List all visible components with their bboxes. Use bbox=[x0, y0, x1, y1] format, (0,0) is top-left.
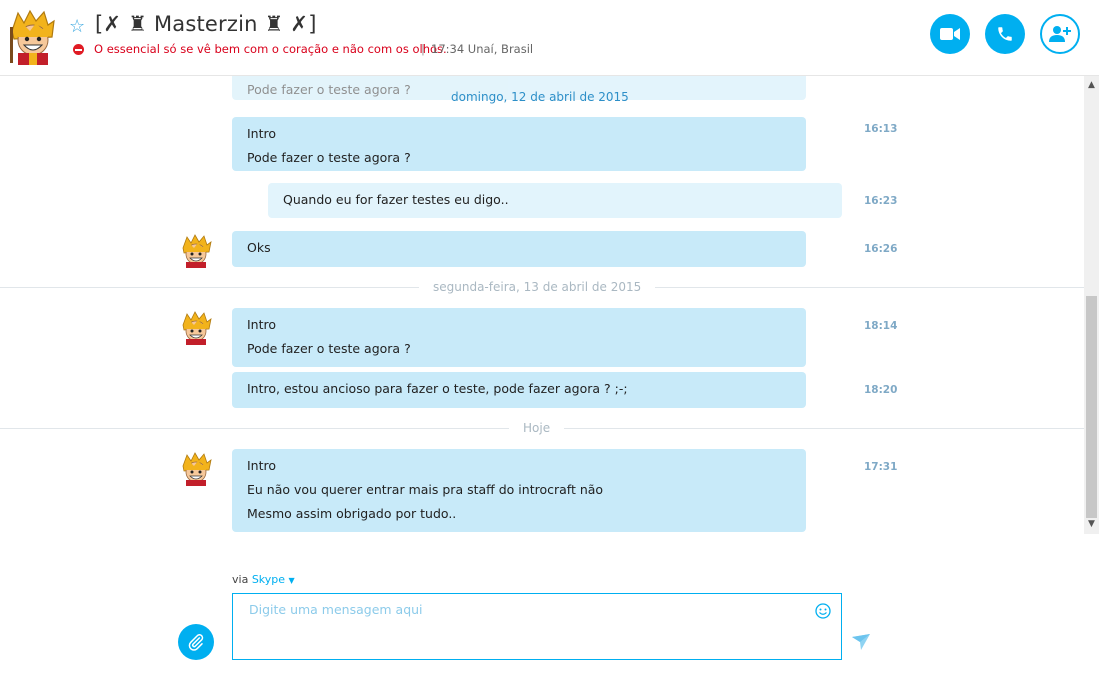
voice-call-button[interactable] bbox=[985, 14, 1025, 54]
emoticon-icon[interactable] bbox=[815, 603, 831, 619]
add-contact-button[interactable] bbox=[1040, 14, 1080, 54]
message-bubble[interactable]: Intro Pode fazer o teste agora ? bbox=[232, 117, 806, 171]
message-timestamp: 17:31 bbox=[864, 461, 898, 473]
header-separator: | bbox=[421, 42, 425, 56]
message-timestamp: 18:14 bbox=[864, 320, 898, 332]
mood-message: O essencial só se vê bem com o coração e… bbox=[94, 42, 447, 56]
message-bubble[interactable]: Intro, estou ancioso para fazer o teste,… bbox=[232, 372, 806, 408]
message-timestamp: 16:26 bbox=[864, 243, 898, 255]
add-contact-icon bbox=[1049, 26, 1071, 42]
day-separator-label: domingo, 12 de abril de 2015 bbox=[451, 90, 629, 104]
contact-avatar-small[interactable] bbox=[180, 311, 212, 345]
scroll-down-arrow-icon[interactable]: ▼ bbox=[1084, 517, 1099, 532]
day-separator-label: Hoje bbox=[509, 421, 565, 435]
conversation-header: ☆ [✗ ♜ Masterzin ♜ ✗] O essencial só se … bbox=[0, 0, 1099, 76]
message-timestamp: 16:23 bbox=[864, 195, 898, 207]
message-input[interactable] bbox=[247, 601, 791, 618]
via-selector[interactable]: via Skype ▼ bbox=[232, 573, 295, 586]
voice-call-icon bbox=[998, 27, 1012, 41]
message-text: Quando eu for fazer testes eu digo.. bbox=[283, 192, 509, 207]
message-bubble[interactable]: Oks bbox=[232, 231, 806, 267]
message-sender: Intro bbox=[247, 126, 277, 141]
video-call-icon bbox=[940, 28, 960, 40]
message-sender: Intro bbox=[247, 458, 277, 473]
do-not-disturb-status-icon bbox=[73, 44, 84, 55]
favorite-star-icon[interactable]: ☆ bbox=[69, 16, 85, 37]
attach-file-button[interactable] bbox=[178, 624, 214, 660]
scrollbar-thumb[interactable] bbox=[1086, 296, 1097, 518]
chat-scrollbar[interactable]: ▲ ▼ bbox=[1084, 76, 1099, 534]
contact-local-time: 17:34 Unaí, Brasil bbox=[431, 42, 534, 56]
via-service[interactable]: Skype bbox=[252, 573, 285, 586]
message-history[interactable]: Pode fazer o teste agora ? domingo, 12 d… bbox=[0, 76, 1084, 534]
dropdown-caret-icon[interactable]: ▼ bbox=[289, 576, 295, 585]
message-text: Mesmo assim obrigado por tudo.. bbox=[247, 506, 457, 521]
message-bubble[interactable]: Intro Eu não vou querer entrar mais pra … bbox=[232, 449, 806, 532]
day-separator-label: segunda-feira, 13 de abril de 2015 bbox=[419, 280, 656, 294]
send-message-icon[interactable] bbox=[851, 633, 871, 651]
video-call-button[interactable] bbox=[930, 14, 970, 54]
contact-avatar-small[interactable] bbox=[180, 234, 212, 268]
via-label: via bbox=[232, 573, 249, 586]
scroll-up-arrow-icon[interactable]: ▲ bbox=[1084, 78, 1099, 93]
message-bubble[interactable]: Intro Pode fazer o teste agora ? bbox=[232, 308, 806, 367]
message-text: Oks bbox=[247, 240, 271, 255]
message-timestamp: 16:13 bbox=[864, 123, 898, 135]
message-sender: Intro bbox=[247, 317, 277, 332]
contact-name: [✗ ♜ Masterzin ♜ ✗] bbox=[95, 12, 317, 36]
message-compose-box[interactable] bbox=[232, 593, 842, 660]
contact-avatar-small[interactable] bbox=[180, 452, 212, 486]
message-text: Intro, estou ancioso para fazer o teste,… bbox=[247, 381, 628, 396]
message-text: Pode fazer o teste agora ? bbox=[247, 150, 411, 165]
paperclip-icon bbox=[188, 634, 204, 651]
message-timestamp: 18:20 bbox=[864, 384, 898, 396]
message-text: Eu não vou querer entrar mais pra staff … bbox=[247, 482, 604, 497]
contact-avatar[interactable] bbox=[8, 9, 56, 65]
message-bubble-outgoing[interactable]: Quando eu for fazer testes eu digo.. bbox=[268, 183, 842, 218]
message-text: Pode fazer o teste agora ? bbox=[247, 341, 411, 356]
